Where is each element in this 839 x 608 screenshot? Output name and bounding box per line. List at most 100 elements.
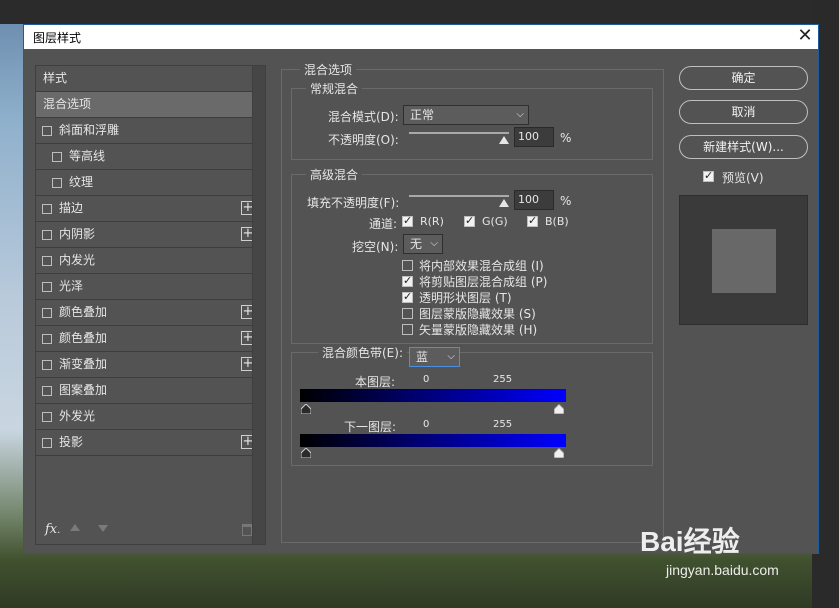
preview-checkbox[interactable]: [703, 169, 714, 182]
checkbox[interactable]: [42, 438, 52, 448]
list-item-satin[interactable]: 光泽: [36, 274, 262, 300]
styles-header-label: 样式: [43, 71, 68, 85]
checkbox[interactable]: [52, 152, 62, 162]
fill-opacity-slider-thumb[interactable]: [499, 199, 509, 207]
list-item-contour[interactable]: 等高线: [36, 144, 262, 170]
title-bar: 图层样式 ✕: [24, 25, 818, 49]
fill-opacity-input[interactable]: 100: [514, 190, 554, 210]
blend-if-group: 混合颜色带(E): 蓝 ⌵ 本图层: 0 255 下一图层: 0 255: [291, 344, 653, 466]
checkbox[interactable]: [42, 412, 52, 422]
list-item-label: 等高线: [69, 149, 106, 163]
vector-mask-hides-checkbox[interactable]: [402, 324, 413, 335]
blend-if-label: 混合颜色带(E):: [318, 344, 407, 361]
blend-interior-checkbox[interactable]: [402, 260, 413, 271]
channel-b-label: B(B): [545, 215, 569, 228]
list-item-pattern-overlay[interactable]: 图案叠加: [36, 378, 262, 404]
style-preview-swatch: [712, 229, 776, 293]
chevron-down-icon: ⌵: [516, 109, 524, 120]
list-item-outer-glow[interactable]: 外发光: [36, 404, 262, 430]
list-item-inner-glow[interactable]: 内发光: [36, 248, 262, 274]
list-item-label: 斜面和浮雕: [59, 123, 120, 137]
blend-if-value: 蓝: [416, 350, 429, 364]
opacity-unit: %: [560, 131, 572, 145]
list-item-label: 内阴影: [59, 227, 96, 241]
list-item-bevel-emboss[interactable]: 斜面和浮雕: [36, 118, 262, 144]
list-item-label: 渐变叠加: [59, 357, 108, 371]
knockout-value: 无: [410, 237, 423, 251]
close-icon[interactable]: ✕: [793, 25, 817, 49]
checkbox[interactable]: [42, 360, 52, 370]
knockout-select[interactable]: 无 ⌵: [403, 234, 443, 254]
blend-mode-value: 正常: [410, 108, 435, 122]
opacity-slider-thumb[interactable]: [499, 136, 509, 144]
checkbox[interactable]: [42, 282, 52, 292]
move-up-icon[interactable]: [70, 524, 80, 531]
this-layer-label: 本图层:: [355, 375, 396, 389]
this-layer-white-slider[interactable]: [554, 404, 564, 414]
transparency-shapes-checkbox[interactable]: [402, 290, 413, 303]
ok-button[interactable]: 确定: [679, 66, 808, 90]
channel-r-checkbox[interactable]: [402, 214, 413, 227]
list-item-color-overlay-2[interactable]: 颜色叠加 +: [36, 326, 262, 352]
checkbox[interactable]: [52, 178, 62, 188]
channel-g-checkbox[interactable]: [464, 214, 475, 227]
list-item-gradient-overlay[interactable]: 渐变叠加 +: [36, 352, 262, 378]
checkbox[interactable]: [42, 230, 52, 240]
checkbox[interactable]: [42, 334, 52, 344]
channel-b-checkbox[interactable]: [527, 214, 538, 227]
new-style-button[interactable]: 新建样式(W)...: [679, 135, 808, 159]
under-layer-white-slider[interactable]: [554, 448, 564, 458]
list-item-blending-options[interactable]: 混合选项: [36, 92, 262, 118]
checkbox[interactable]: [42, 204, 52, 214]
blending-options-title: 混合选项: [300, 61, 357, 78]
trash-icon[interactable]: [242, 524, 252, 536]
fill-opacity-unit: %: [560, 194, 572, 208]
blend-clipped-label: 将剪贴图层混合成组 (P): [419, 275, 548, 289]
blending-options-group: 混合选项 常规混合 混合模式(D): 正常 ⌵ 不透明度(O): 100 % 高…: [281, 61, 664, 543]
preview-label: 预览(V): [722, 171, 764, 185]
blend-mode-select[interactable]: 正常 ⌵: [403, 105, 529, 125]
this-layer-gradient: [300, 389, 566, 402]
list-item-label: 投影: [59, 435, 84, 449]
advanced-blending-title: 高级混合: [306, 166, 363, 183]
list-footer: fx.: [36, 518, 262, 544]
fx-icon[interactable]: fx.: [45, 522, 60, 537]
list-item-drop-shadow[interactable]: 投影 +: [36, 430, 262, 456]
list-item-stroke[interactable]: 描边 +: [36, 196, 262, 222]
cancel-button[interactable]: 取消: [679, 100, 808, 124]
fill-opacity-slider[interactable]: [409, 195, 509, 197]
watermark-url: jingyan.baidu.com: [666, 562, 779, 578]
opacity-input[interactable]: 100: [514, 127, 554, 147]
list-item-label: 外发光: [59, 409, 96, 423]
checkbox[interactable]: [42, 386, 52, 396]
layer-mask-hides-label: 图层蒙版隐藏效果 (S): [419, 307, 536, 321]
fill-opacity-label: 填充不透明度(F):: [307, 196, 400, 210]
checkbox[interactable]: [42, 256, 52, 266]
checkbox[interactable]: [42, 126, 52, 136]
watermark-brand: Bai经验: [640, 526, 740, 557]
vector-mask-hides-label: 矢量蒙版隐藏效果 (H): [419, 323, 538, 337]
list-item-label: 混合选项: [43, 97, 92, 111]
under-layer-max: 255: [493, 419, 513, 430]
opacity-slider[interactable]: [409, 132, 509, 134]
under-layer-gradient: [300, 434, 566, 447]
channels-label: 通道:: [369, 217, 398, 231]
styles-header[interactable]: 样式: [36, 66, 262, 92]
list-item-color-overlay[interactable]: 颜色叠加 +: [36, 300, 262, 326]
under-layer-label: 下一图层:: [344, 420, 397, 434]
list-item-inner-shadow[interactable]: 内阴影 +: [36, 222, 262, 248]
under-layer-min: 0: [423, 419, 430, 430]
this-layer-black-slider[interactable]: [301, 404, 311, 414]
list-scrollbar[interactable]: [252, 65, 266, 545]
list-item-label: 颜色叠加: [59, 305, 108, 319]
styles-list: 样式 混合选项 斜面和浮雕 等高线 纹理 描边 + 内阴影 + 内发光 光泽 颜…: [35, 65, 263, 545]
under-layer-black-slider[interactable]: [301, 448, 311, 458]
checkbox[interactable]: [42, 308, 52, 318]
list-item-texture[interactable]: 纹理: [36, 170, 262, 196]
blend-if-select[interactable]: 蓝 ⌵: [409, 347, 460, 367]
channel-r-label: R(R): [420, 215, 444, 228]
layer-mask-hides-checkbox[interactable]: [402, 308, 413, 319]
move-down-icon[interactable]: [98, 525, 108, 532]
blend-clipped-checkbox[interactable]: [402, 274, 413, 287]
general-blending-group: 常规混合 混合模式(D): 正常 ⌵ 不透明度(O): 100 %: [291, 80, 653, 160]
